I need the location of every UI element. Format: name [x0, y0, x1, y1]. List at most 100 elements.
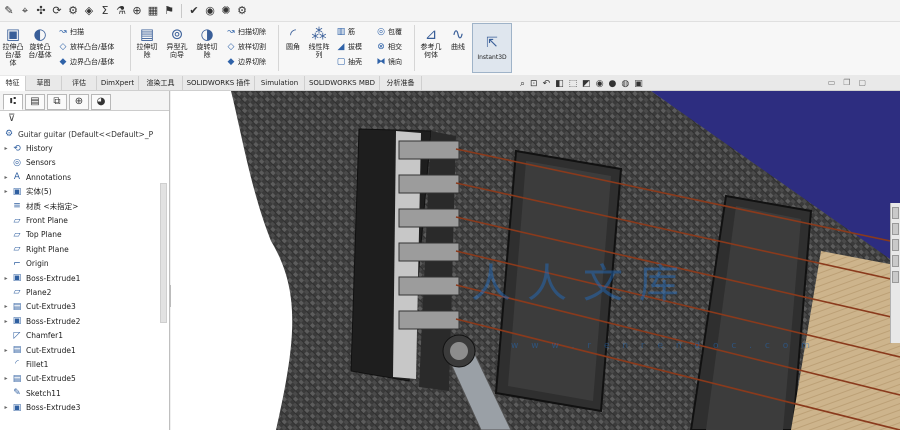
expand-arrow-icon[interactable]: ▸ — [2, 188, 10, 195]
dimxpert-tab-icon[interactable]: ⊕ — [69, 94, 89, 110]
boundary-button[interactable]: ◆ 边界凸台/基体 — [58, 56, 115, 68]
tree-item[interactable]: ▸ A Annotations — [2, 170, 169, 184]
rib-button[interactable]: ▥ 筋 — [336, 26, 355, 38]
tab-evaluate[interactable]: 评估 — [62, 76, 97, 91]
tree-scrollbar[interactable] — [160, 183, 167, 323]
task-pane-tab[interactable] — [892, 271, 899, 283]
fillet-button[interactable]: ◜ 圆角 — [282, 26, 304, 52]
tab-solidworks-addins[interactable]: SOLIDWORKS 插件 — [183, 76, 255, 91]
task-pane-tab[interactable] — [892, 239, 899, 251]
expand-arrow-icon[interactable]: ▸ — [2, 404, 10, 411]
expand-arrow-icon[interactable]: ▸ — [2, 347, 10, 354]
close-icon[interactable]: ▢ — [858, 78, 866, 87]
configuration-tab-icon[interactable]: ⧉ — [47, 94, 67, 110]
move-icon[interactable]: ✣ — [34, 4, 48, 18]
assembly-icon[interactable]: ⚙ — [66, 4, 80, 18]
instant3d-button[interactable]: ⇱ Instant3D — [472, 23, 512, 73]
tab-render-tools[interactable]: 渲染工具 — [139, 76, 183, 91]
filter-icon[interactable]: ⊽ — [8, 113, 15, 124]
zoom-to-fit-icon[interactable]: ⌕ — [520, 79, 525, 89]
scene-icon[interactable]: ◍ — [621, 79, 629, 89]
revolve-cut-button[interactable]: ◑ 旋转切除 — [194, 26, 220, 60]
options-icon[interactable]: ⚙ — [235, 4, 249, 18]
shell-button[interactable]: ▢ 抽壳 — [336, 56, 362, 68]
settings-icon[interactable]: ✺ — [219, 4, 233, 18]
tree-item[interactable]: ▸ ▣ Boss-Extrude1 — [2, 271, 169, 285]
sweep-button[interactable]: ↝ 扫描 — [58, 26, 84, 38]
curves-button[interactable]: ∿ 曲线 — [447, 26, 469, 52]
tab-features[interactable]: 特征 — [0, 76, 26, 91]
tree-item[interactable]: ◎ Sensors — [2, 156, 169, 170]
draft-button[interactable]: ◢ 拔模 — [336, 41, 362, 53]
wrap-button[interactable]: ◎ 包覆 — [376, 26, 402, 38]
view-settings-icon[interactable]: ▣ — [634, 79, 643, 89]
tab-sketch[interactable]: 草图 — [26, 76, 62, 91]
property-manager-tab-icon[interactable]: ▤ — [25, 94, 45, 110]
section-view-icon[interactable]: ◧ — [555, 79, 564, 89]
expand-arrow-icon[interactable]: ▸ — [2, 318, 10, 325]
tree-item[interactable]: ◜ Fillet1 — [2, 357, 169, 371]
view-orientation-icon[interactable]: ⬚ — [569, 79, 578, 89]
tree-item[interactable]: ◸ Chamfer1 — [2, 328, 169, 342]
task-pane-tab[interactable] — [892, 223, 899, 235]
zoom-area-icon[interactable]: ⊡ — [530, 79, 538, 89]
task-pane-tabs[interactable] — [890, 203, 900, 343]
hole-wizard-button[interactable]: ⊚ 异型孔向导 — [164, 26, 190, 60]
color-icon[interactable]: ◉ — [203, 4, 217, 18]
tree-item[interactable]: ▱ Right Plane — [2, 242, 169, 256]
tree-item[interactable]: ▸ ▤ Cut-Extrude1 — [2, 343, 169, 357]
tab-simulation[interactable]: Simulation — [255, 76, 305, 91]
extrude-boss-button[interactable]: ▣ 拉伸凸台/基体 — [2, 26, 24, 68]
sweep-cut-button[interactable]: ↝ 扫描切除 — [226, 26, 266, 38]
display-manager-tab-icon[interactable]: ◕ — [91, 94, 111, 110]
sum-icon[interactable]: Σ — [98, 4, 112, 18]
cut-extrude-button[interactable]: ▤ 拉伸切除 — [134, 26, 160, 60]
tree-item[interactable]: ⌐ Origin — [2, 257, 169, 271]
linear-pattern-button[interactable]: ⁂ 线性阵列 — [306, 26, 332, 60]
feature-tree-tab-icon[interactable]: ⑆ — [3, 94, 23, 110]
tree-item[interactable]: ▸ ▣ Boss-Extrude2 — [2, 314, 169, 328]
tab-dimxpert[interactable]: DimXpert — [97, 76, 139, 91]
tree-item[interactable]: ▸ ▤ Cut-Extrude3 — [2, 300, 169, 314]
tree-root[interactable]: ⚙ Guitar guitar (Default<<Default>_P — [2, 127, 169, 141]
display-style-icon[interactable]: ◩ — [582, 79, 591, 89]
hide-show-icon[interactable]: ◉ — [596, 79, 604, 89]
tree-item[interactable]: ▱ Plane2 — [2, 285, 169, 299]
minimize-icon[interactable]: ▭ — [828, 78, 836, 87]
previous-view-icon[interactable]: ↶ — [543, 79, 551, 89]
tree-item[interactable]: ▸ ▣ 实体(5) — [2, 185, 169, 199]
intersect-button[interactable]: ⊗ 相交 — [376, 41, 402, 53]
task-pane-tab[interactable] — [892, 207, 899, 219]
check-icon[interactable]: ✔ — [187, 4, 201, 18]
tree-item[interactable]: ▱ Front Plane — [2, 213, 169, 227]
tab-analysis-prep[interactable]: 分析准备 — [380, 76, 422, 91]
task-pane-tab[interactable] — [892, 255, 899, 267]
loft-cut-button[interactable]: ◇ 放样切割 — [226, 41, 266, 53]
restore-icon[interactable]: ❐ — [843, 78, 850, 87]
tree-item[interactable]: ▱ Top Plane — [2, 228, 169, 242]
revolve-boss-button[interactable]: ◐ 旋转凸台/基体 — [27, 26, 53, 60]
tab-solidworks-mbd[interactable]: SOLIDWORKS MBD — [305, 76, 380, 91]
expand-arrow-icon[interactable]: ▸ — [2, 275, 10, 282]
boundary-cut-button[interactable]: ◆ 边界切除 — [226, 56, 266, 68]
mirror-button[interactable]: ⧓ 镜向 — [376, 56, 403, 68]
grid-icon[interactable]: ▦ — [146, 4, 160, 18]
tree-item[interactable]: ✎ Sketch11 — [2, 386, 169, 400]
rotate-icon[interactable]: ⟳ — [50, 4, 64, 18]
reference-icon[interactable]: ⊕ — [130, 4, 144, 18]
expand-arrow-icon[interactable]: ▸ — [2, 375, 10, 382]
graphics-area[interactable]: 人人文库 w w w . r e n r e n d o c . c o m — [171, 91, 900, 430]
part-icon[interactable]: ◈ — [82, 4, 96, 18]
tree-item[interactable]: ▸ ▤ Cut-Extrude5 — [2, 372, 169, 386]
sketch-icon[interactable]: ✎ — [2, 4, 16, 18]
reference-geometry-button[interactable]: ⊿ 参考几何体 — [418, 26, 444, 60]
smart-dimension-icon[interactable]: ⌖ — [18, 4, 32, 18]
loft-button[interactable]: ◇ 放样凸台/基体 — [58, 41, 115, 53]
expand-arrow-icon[interactable]: ▸ — [2, 174, 10, 181]
flag-icon[interactable]: ⚑ — [162, 4, 176, 18]
measure-icon[interactable]: ⚗ — [114, 4, 128, 18]
appearance-icon[interactable]: ● — [609, 79, 617, 89]
tree-item[interactable]: ▸ ⟲ History — [2, 141, 169, 155]
expand-arrow-icon[interactable]: ▸ — [2, 145, 10, 152]
tree-item[interactable]: ▸ ▣ Boss-Extrude3 — [2, 400, 169, 414]
